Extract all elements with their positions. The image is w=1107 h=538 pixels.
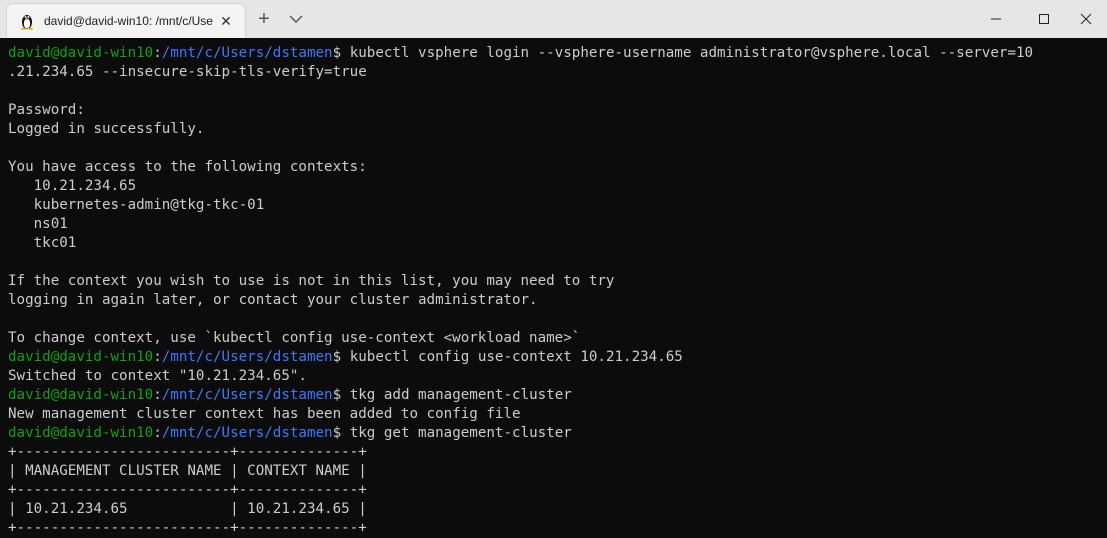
minimize-icon (991, 18, 1001, 20)
output-line: +-------------------------+-------------… (8, 444, 367, 460)
maximize-button[interactable] (1021, 0, 1067, 38)
terminal-tab[interactable]: david@david-win10: /mnt/c/Use ✕ (7, 4, 245, 38)
output-line: +-------------------------+-------------… (8, 520, 367, 536)
output-line: .21.234.65 --insecure-skip-tls-verify=tr… (8, 64, 367, 80)
title-bar: david@david-win10: /mnt/c/Use ✕ + (0, 0, 1107, 38)
tab-title: david@david-win10: /mnt/c/Use (44, 14, 213, 28)
prompt-separator: : (153, 349, 162, 365)
output-line: kubernetes-admin@tkg-tkc-01 (8, 197, 265, 213)
output-line: To change context, use `kubectl config u… (8, 330, 581, 346)
prompt-line: david@david-win10:/mnt/c/Users/dstamen$ … (0, 348, 1107, 367)
output-line: 10.21.234.65 (8, 178, 137, 194)
prompt-separator: : (153, 45, 162, 61)
prompt-user: david@david-win10 (8, 387, 154, 403)
prompt-dollar: $ (332, 45, 350, 61)
command-text: kubectl vsphere login --vsphere-username… (349, 45, 1034, 61)
prompt-line: david@david-win10:/mnt/c/Users/dstamen$ … (0, 424, 1107, 443)
prompt-separator: : (153, 387, 162, 403)
output-line: tkc01 (8, 235, 77, 251)
prompt-path: /mnt/c/Users/dstamen (161, 349, 333, 365)
command-text: tkg add management-cluster (349, 387, 572, 403)
prompt-user: david@david-win10 (8, 425, 154, 441)
chevron-down-icon[interactable] (287, 11, 305, 27)
new-tab-button[interactable]: + (254, 9, 274, 29)
command-text: kubectl config use-context 10.21.234.65 (349, 349, 683, 365)
terminal-lines: david@david-win10:/mnt/c/Users/dstamen$ … (0, 38, 1107, 538)
output-line: New management cluster context has been … (8, 406, 521, 422)
prompt-line: david@david-win10:/mnt/c/Users/dstamen$ … (0, 386, 1107, 405)
terminal-output[interactable]: david@david-win10:/mnt/c/Users/dstamen$ … (0, 38, 1107, 538)
command-text: tkg get management-cluster (349, 425, 572, 441)
output-line: +-------------------------+-------------… (8, 482, 367, 498)
close-tab-icon[interactable]: ✕ (217, 12, 235, 30)
output-line: ns01 (8, 216, 68, 232)
prompt-user: david@david-win10 (8, 45, 154, 61)
prompt-dollar: $ (332, 387, 350, 403)
output-line: Switched to context "10.21.234.65". (8, 368, 307, 384)
linux-tux-icon (19, 12, 35, 30)
close-icon (1080, 13, 1092, 25)
output-line: logging in again later, or contact your … (8, 292, 538, 308)
output-line: Password: (8, 102, 85, 118)
prompt-user: david@david-win10 (8, 349, 154, 365)
output-line: You have access to the following context… (8, 159, 367, 175)
prompt-dollar: $ (332, 349, 350, 365)
output-line: If the context you wish to use is not in… (8, 273, 615, 289)
close-window-button[interactable] (1063, 0, 1107, 38)
prompt-separator: : (153, 425, 162, 441)
prompt-path: /mnt/c/Users/dstamen (161, 45, 333, 61)
output-line: | 10.21.234.65 | 10.21.234.65 | (8, 501, 367, 517)
maximize-icon (1039, 14, 1049, 24)
output-line: Logged in successfully. (8, 121, 205, 137)
output-line: | MANAGEMENT CLUSTER NAME | CONTEXT NAME… (8, 463, 367, 479)
prompt-path: /mnt/c/Users/dstamen (161, 387, 333, 403)
prompt-path: /mnt/c/Users/dstamen (161, 425, 333, 441)
minimize-button[interactable] (973, 0, 1019, 38)
prompt-dollar: $ (332, 425, 350, 441)
prompt-line: david@david-win10:/mnt/c/Users/dstamen$ … (0, 44, 1107, 63)
